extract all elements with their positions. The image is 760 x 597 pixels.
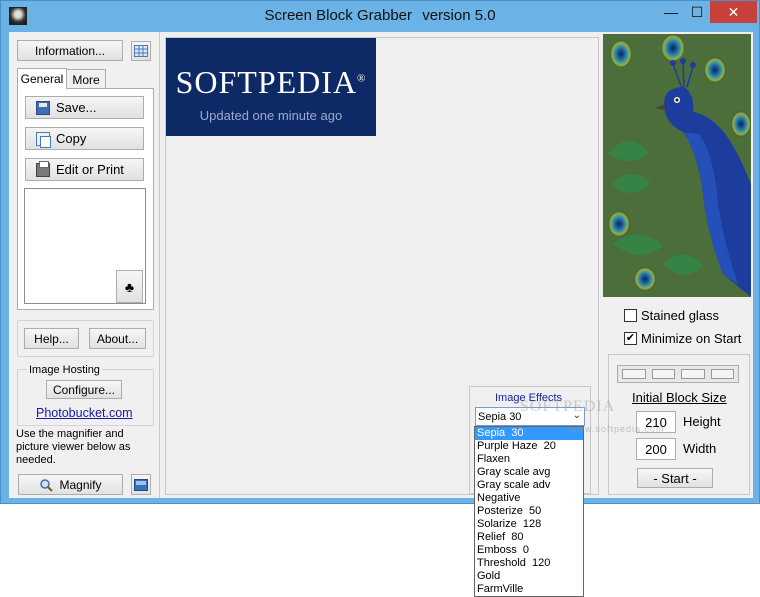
window-title: Screen Block Grabber version 5.0	[1, 7, 759, 24]
minimize-on-start-label: Minimize on Start	[641, 331, 742, 346]
grid-icon	[134, 45, 148, 57]
info-grid-button[interactable]	[131, 41, 151, 61]
title-bar[interactable]: Screen Block Grabber version 5.0 — ☐ ✕	[1, 1, 759, 31]
image-effects-selected: Sepia 30	[478, 410, 522, 423]
image-effects-option[interactable]: Gray scale avg	[475, 466, 583, 479]
magnify-button-label: Magnify	[59, 477, 102, 492]
save-button-label: Save...	[56, 100, 97, 115]
floppy-disk-icon	[36, 100, 50, 115]
tab-general[interactable]: General	[17, 68, 67, 89]
image-effects-option[interactable]: Gray scale adv	[475, 479, 583, 492]
minimize-on-start-checkbox[interactable]: ✔	[624, 332, 637, 345]
preset-button-4[interactable]	[710, 369, 734, 379]
left-panel: Information... General More Save... Copy…	[9, 32, 160, 498]
magnify-button[interactable]: Magnify	[18, 474, 123, 495]
stained-glass-label: Stained glass	[641, 308, 720, 323]
image-hosting-label: Image Hosting	[27, 364, 102, 376]
about-button[interactable]: About...	[89, 328, 146, 349]
about-button-label: About...	[96, 331, 139, 346]
window-title-version: version 5.0	[422, 7, 496, 24]
minimize-button[interactable]: —	[658, 1, 684, 23]
minimize-on-start-option[interactable]: ✔ Minimize on Start	[624, 331, 741, 346]
help-button[interactable]: Help...	[24, 328, 79, 349]
information-button-label: Information...	[34, 43, 106, 58]
copy-button-label: Copy	[56, 131, 87, 146]
softpedia-watermark-url: www.softpedia.com	[570, 424, 665, 434]
start-button[interactable]: - Start -	[637, 468, 713, 488]
image-effects-option[interactable]: Relief 80	[475, 531, 583, 544]
magnifier-hint: Use the magnifier and picture viewer bel…	[16, 428, 131, 466]
image-effects-option[interactable]: Gold	[475, 570, 583, 583]
width-input[interactable]: 200	[636, 438, 676, 460]
image-effects-option[interactable]: Posterize 50	[475, 505, 583, 518]
club-icon: ♣	[124, 278, 135, 295]
image-effects-option[interactable]: Flaxen	[475, 453, 583, 466]
banner-logo: SOFTPEDIA®	[166, 64, 376, 101]
image-effects-dropdown-list[interactable]: Sepia 30 Purple Haze 20 Flaxen Gray scale a…	[474, 426, 584, 597]
photobucket-link[interactable]: Photobucket.com	[36, 406, 133, 420]
maximize-icon: ☐	[690, 3, 704, 20]
image-effects-option[interactable]: Sepia 30	[475, 427, 583, 440]
close-button[interactable]: ✕	[710, 1, 757, 23]
banner-subtitle: Updated one minute ago	[199, 108, 343, 123]
configure-button-label: Configure...	[52, 382, 116, 397]
softpedia-banner-image: SOFTPEDIA® Updated one minute ago	[166, 38, 376, 136]
edit-print-button-label: Edit or Print	[56, 162, 124, 177]
softpedia-watermark: SOFTPEDIA	[520, 398, 616, 415]
tab-more-label: More	[72, 72, 100, 87]
start-button-label: - Start -	[653, 470, 697, 486]
stained-glass-checkbox[interactable]	[624, 309, 637, 322]
image-effects-option[interactable]: FarmVille	[475, 583, 583, 596]
maximize-button[interactable]: ☐	[684, 1, 710, 23]
picture-viewer-icon	[134, 478, 148, 491]
image-effects-option[interactable]: Solarize 128	[475, 518, 583, 531]
image-effects-option[interactable]: Threshold 120	[475, 557, 583, 570]
edit-print-button[interactable]: Edit or Print	[25, 158, 144, 181]
tab-more[interactable]: More	[66, 69, 106, 89]
window-title-app: Screen Block Grabber	[264, 7, 413, 24]
preset-button-2[interactable]	[651, 369, 675, 379]
tab-general-label: General	[20, 72, 64, 86]
height-label: Height	[683, 414, 721, 429]
save-button[interactable]: Save...	[25, 96, 144, 119]
copy-button[interactable]: Copy	[25, 127, 144, 150]
checkmark-icon: ✔	[625, 332, 636, 344]
preset-button-strip	[617, 365, 739, 383]
width-label: Width	[683, 441, 717, 456]
preset-button-1[interactable]	[622, 369, 646, 379]
club-button[interactable]: ♣	[116, 270, 143, 303]
copy-icon	[36, 131, 51, 148]
banner-logo-registered: ®	[357, 72, 367, 85]
stained-glass-option[interactable]: Stained glass	[624, 308, 719, 323]
initial-block-size-label: Initial Block Size	[632, 390, 727, 405]
help-button-label: Help...	[34, 331, 69, 346]
image-effects-option[interactable]: Negative	[475, 492, 583, 505]
information-button[interactable]: Information...	[17, 40, 123, 61]
configure-button[interactable]: Configure...	[46, 380, 122, 399]
picture-viewer-button[interactable]	[131, 474, 151, 495]
image-effects-option[interactable]: Emboss 0	[475, 544, 583, 557]
peacock-picture	[603, 34, 751, 297]
banner-logo-text: SOFTPEDIA	[175, 64, 358, 100]
printer-icon	[36, 160, 50, 177]
preset-button-3[interactable]	[681, 369, 705, 379]
image-effects-option[interactable]: Purple Haze 20	[475, 440, 583, 453]
magnifier-icon	[40, 478, 54, 492]
peacock-preview-image	[603, 34, 751, 297]
close-icon: ✕	[727, 3, 740, 20]
minimize-icon: —	[664, 4, 678, 20]
